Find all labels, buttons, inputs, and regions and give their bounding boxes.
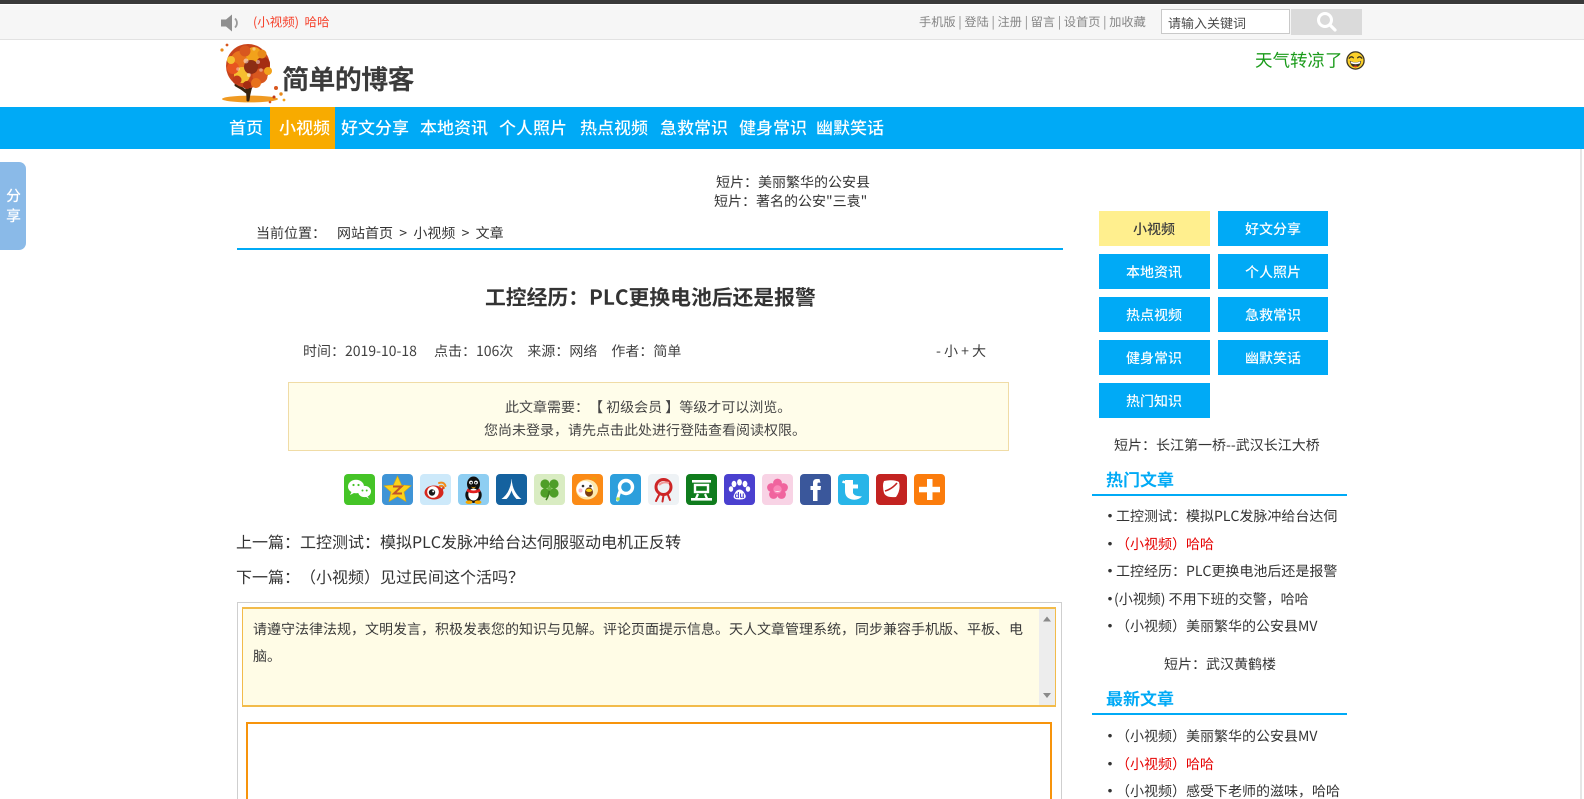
svg-text:du: du — [735, 491, 745, 500]
